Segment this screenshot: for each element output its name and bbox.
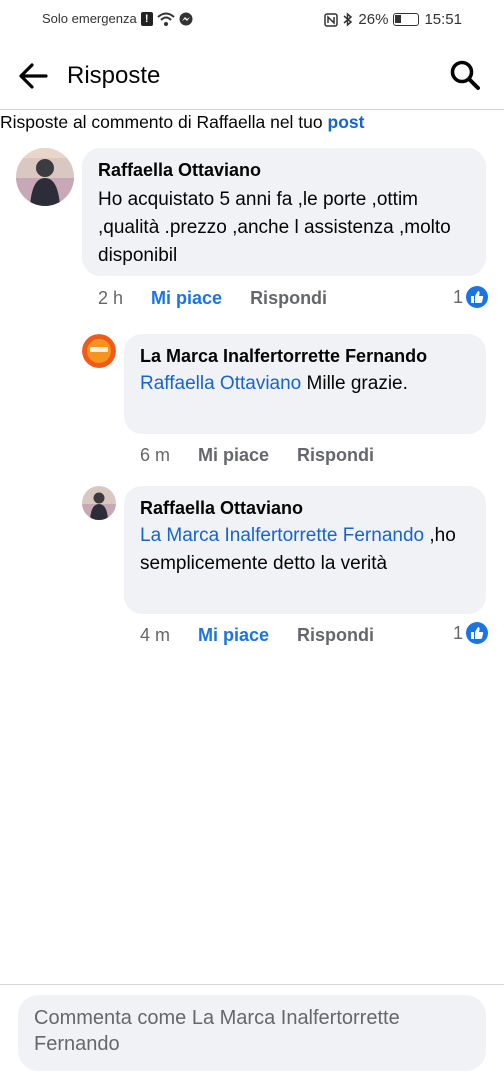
bluetooth-icon [343,12,353,27]
status-bar: Solo emergenza ! 26% 15:51 [0,0,504,38]
avatar[interactable] [82,486,116,520]
status-right: 26% 15:51 [324,11,462,28]
comment-text: Raffaella Ottaviano Mille grazie. [140,370,470,398]
like-button[interactable]: Mi piace [198,625,269,646]
status-left: Solo emergenza ! [42,11,193,26]
battery-percent: 26% [358,11,389,28]
comment-time: 4 m [140,625,171,645]
comment-text: Ho acquistato 5 anni fa ,le porte ,ottim… [98,189,451,266]
thumbs-up-icon [466,286,488,308]
page-title: Risposte [67,62,161,89]
thumbs-up-icon [466,622,488,644]
comment-author[interactable]: Raffaella Ottaviano [98,158,470,182]
reaction-number: 1 [452,286,463,307]
context-text: Risposte al commento di Raffaella nel tu… [0,112,328,132]
comment-composer: Commenta come La Marca Inalfertorrette F… [0,984,504,1080]
clock: 15:51 [424,11,462,28]
wifi-icon [157,12,175,26]
comment-body: Mille grazie. [301,373,408,394]
comment-time: 6 m [140,445,171,465]
comment-bubble: Raffaella Ottaviano La Marca Inalfertorr… [124,486,486,614]
comment-text: La Marca Inalfertorrette Fernando ,ho se… [140,522,460,578]
reply-button[interactable]: Rispondi [297,445,374,466]
like-button[interactable]: Mi piace [198,445,269,466]
comment-time: 2 h [98,288,124,308]
reaction-count[interactable]: 1 [453,622,488,644]
comment-bubble: Raffaella Ottaviano Ho acquistato 5 anni… [82,148,486,276]
reaction-count[interactable]: 1 [453,286,488,308]
reaction-number: 1 [452,622,463,643]
app-header: Risposte [0,38,504,110]
search-icon[interactable] [448,58,482,92]
avatar[interactable] [82,334,116,368]
reply-button[interactable]: Rispondi [297,625,374,646]
comment-actions: 6 m Mi piace Rispondi [140,445,402,466]
battery-icon [393,13,420,26]
post-link[interactable]: post [328,112,365,132]
nfc-icon [324,12,339,27]
reply-button[interactable]: Rispondi [250,288,327,309]
comment-actions: 4 m Mi piace Rispondi [140,625,402,646]
comment-input[interactable]: Commenta come La Marca Inalfertorrette F… [18,995,486,1071]
no-sim-icon: ! [140,11,153,26]
comment-author[interactable]: La Marca Inalfertorrette Fernando [140,344,440,368]
carrier-label: Solo emergenza [42,11,137,26]
like-button[interactable]: Mi piace [151,288,222,309]
comment-bubble: La Marca Inalfertorrette Fernando Raffae… [124,334,486,434]
avatar[interactable] [16,148,74,206]
mention-link[interactable]: La Marca Inalfertorrette Fernando [140,525,424,546]
comment-actions: 2 h Mi piace Rispondi [98,288,355,309]
back-arrow-icon[interactable] [16,58,52,94]
mention-link[interactable]: Raffaella Ottaviano [140,373,301,394]
reply-context: Risposte al commento di Raffaella nel tu… [0,112,364,133]
comment-author[interactable]: Raffaella Ottaviano [140,496,470,520]
messenger-icon [179,12,193,25]
